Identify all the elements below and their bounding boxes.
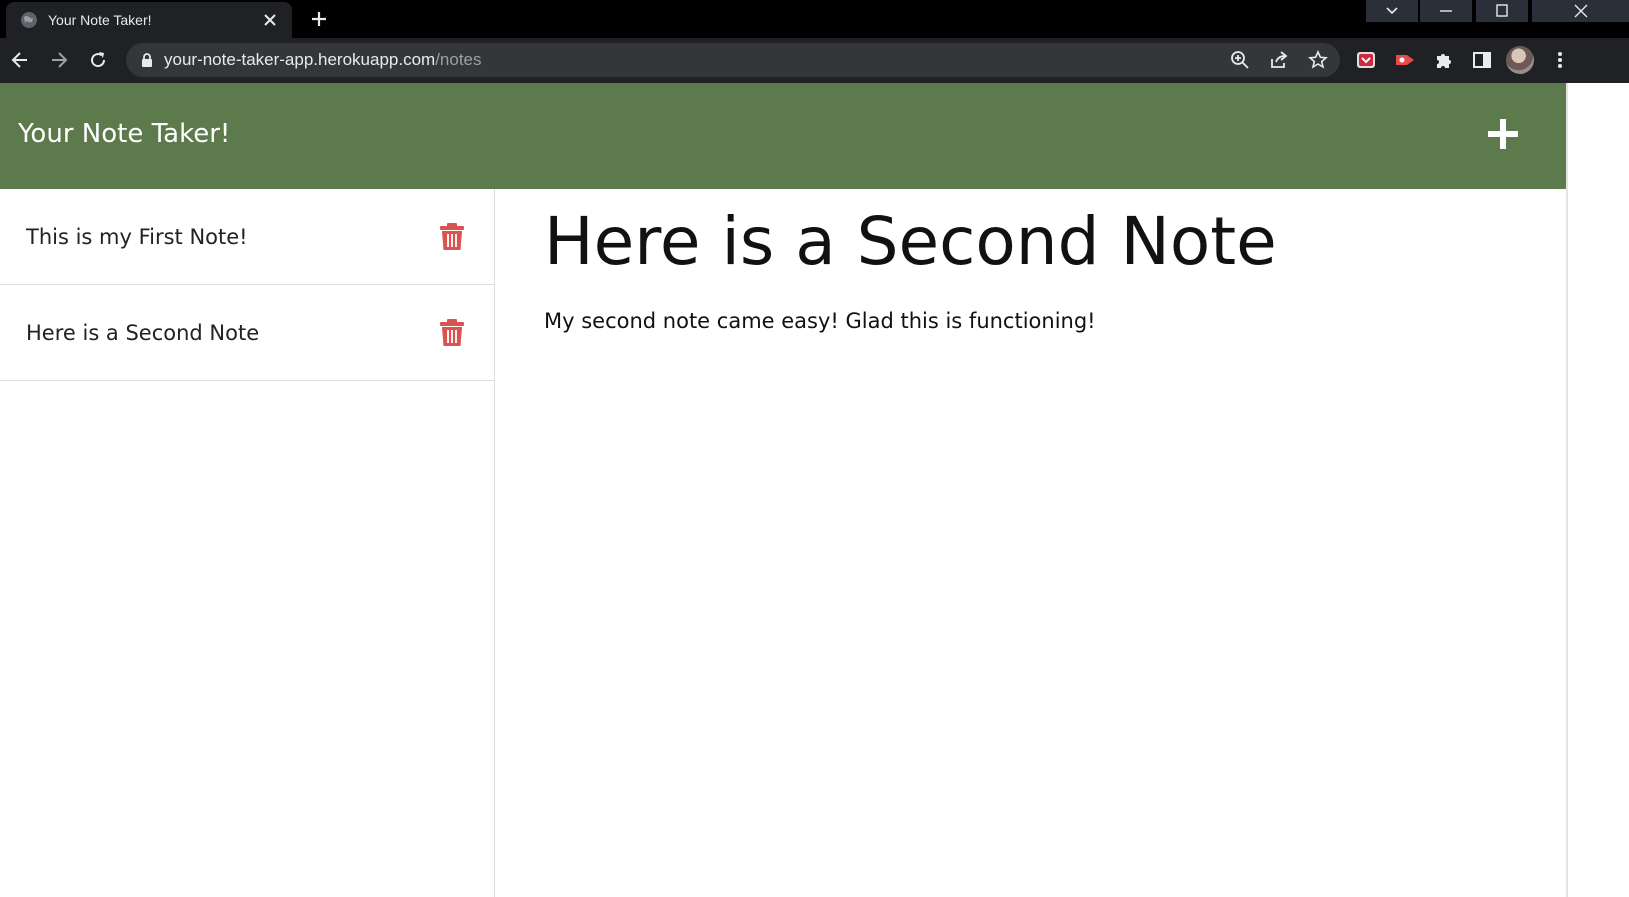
minimize-icon [1440, 10, 1452, 12]
add-note-button[interactable] [1484, 115, 1522, 153]
side-panel-icon [1473, 52, 1491, 68]
url-path: /notes [435, 50, 482, 69]
star-icon [1308, 50, 1328, 69]
back-button[interactable] [6, 46, 34, 74]
note-text-field[interactable]: My second note came easy! Glad this is f… [544, 309, 1096, 333]
browser-tab-strip: Your Note Taker! [0, 0, 1629, 38]
bookmark-button[interactable] [1304, 46, 1332, 74]
pocket-extension-button[interactable] [1352, 46, 1380, 74]
plus-icon [312, 12, 326, 26]
close-window-button[interactable] [1532, 0, 1629, 22]
chevron-down-icon [1386, 7, 1398, 15]
new-tab-button[interactable] [306, 6, 332, 32]
note-title: This is my First Note! [26, 224, 248, 249]
lock-icon [142, 53, 152, 67]
maximize-icon [1496, 4, 1508, 17]
forward-button[interactable] [45, 46, 73, 74]
close-icon [1574, 4, 1587, 18]
browser-toolbar: your-note-taker-app.herokuapp.com/notes [0, 38, 1629, 83]
note-list: This is my First Note! Here is a Second … [0, 189, 495, 897]
globe-icon [21, 12, 37, 28]
address-bar[interactable]: your-note-taker-app.herokuapp.com/notes [126, 43, 1340, 77]
share-icon [1271, 51, 1288, 68]
pocket-icon [1357, 52, 1375, 68]
tab-title: Your Note Taker! [48, 12, 152, 28]
plus-icon [1488, 119, 1518, 149]
note-title-field[interactable]: Here is a Second Note [544, 203, 1277, 280]
app-title: Your Note Taker! [18, 119, 231, 149]
more-vertical-icon [1558, 52, 1562, 68]
tab-search-button[interactable] [1366, 0, 1418, 22]
page-scroll-edge [1566, 83, 1629, 897]
url-host: your-note-taker-app.herokuapp.com [164, 50, 436, 69]
zoom-button[interactable] [1226, 46, 1254, 74]
record-icon [1396, 55, 1414, 65]
record-extension-button[interactable] [1391, 46, 1419, 74]
share-button[interactable] [1265, 46, 1293, 74]
browser-menu-button[interactable] [1546, 46, 1574, 74]
puzzle-icon [1437, 54, 1451, 68]
zoom-icon [1231, 51, 1249, 69]
reload-icon [91, 52, 106, 68]
app-header: Your Note Taker! [0, 83, 1566, 189]
extensions-button[interactable] [1430, 46, 1458, 74]
avatar[interactable] [1506, 46, 1534, 74]
reload-button[interactable] [84, 46, 112, 74]
note-view: Here is a Second Note My second note cam… [496, 189, 1566, 897]
browser-tab[interactable]: Your Note Taker! [6, 2, 292, 38]
minimize-button[interactable] [1420, 0, 1472, 22]
trash-icon[interactable] [440, 222, 464, 251]
list-item[interactable]: This is my First Note! [0, 189, 494, 285]
note-title: Here is a Second Note [26, 320, 260, 345]
list-item[interactable]: Here is a Second Note [0, 285, 494, 381]
side-panel-button[interactable] [1468, 46, 1496, 74]
arrow-left-icon [11, 52, 27, 68]
trash-icon[interactable] [440, 318, 464, 347]
arrow-right-icon [52, 52, 68, 68]
close-icon[interactable] [260, 10, 280, 30]
maximize-button[interactable] [1476, 0, 1528, 22]
